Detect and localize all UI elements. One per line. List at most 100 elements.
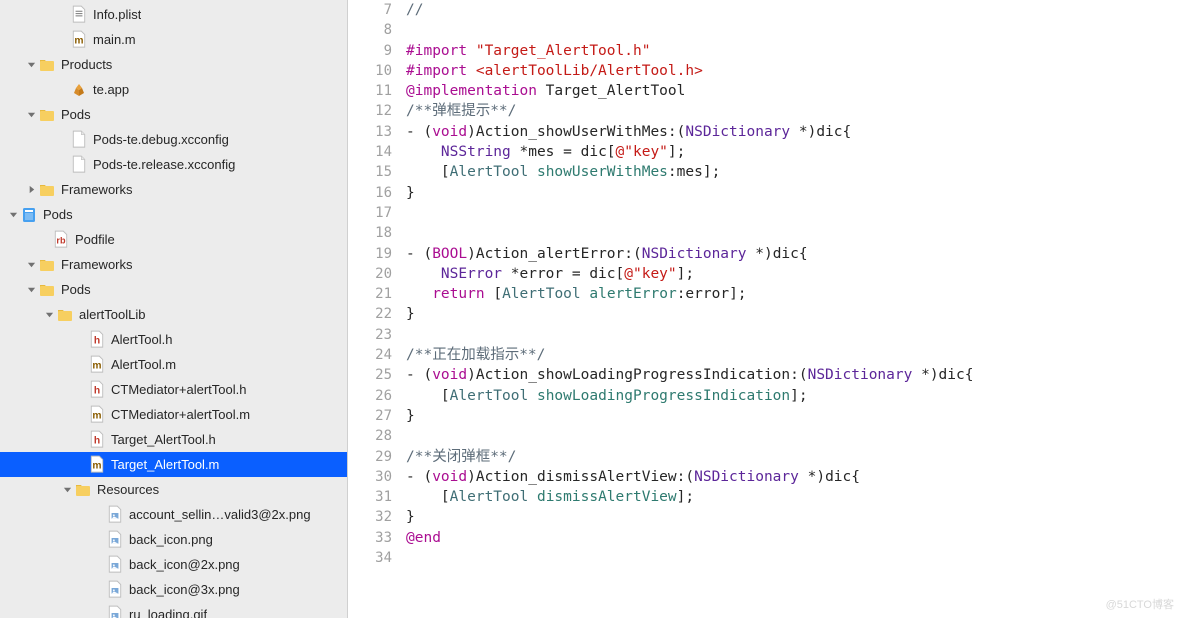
code-line[interactable]: #import "Target_AlertTool.h"	[406, 41, 1184, 61]
code-line[interactable]: }	[406, 507, 1184, 527]
disclosure-triangle[interactable]	[24, 108, 38, 122]
tree-item-label: Pods-te.release.xcconfig	[93, 157, 235, 172]
tree-row[interactable]: mmain.m	[0, 27, 347, 52]
watermark: @51CTO博客	[1106, 596, 1174, 612]
code-line[interactable]: /**正在加载指示**/	[406, 345, 1184, 365]
disclosure-triangle[interactable]	[24, 283, 38, 297]
tree-row[interactable]: rbPodfile	[0, 227, 347, 252]
tree-row[interactable]: Pods-te.release.xcconfig	[0, 152, 347, 177]
app-icon	[71, 82, 87, 98]
tree-item-label: Products	[61, 57, 112, 72]
disclosure-triangle	[92, 533, 106, 547]
m-icon: m	[71, 32, 87, 48]
tree-row[interactable]: te.app	[0, 77, 347, 102]
svg-text:m: m	[92, 411, 101, 422]
code-line[interactable]: @implementation Target_AlertTool	[406, 81, 1184, 101]
code-line[interactable]: [AlertTool dismissAlertView];	[406, 487, 1184, 507]
tree-row[interactable]: Products	[0, 52, 347, 77]
code-line[interactable]: }	[406, 406, 1184, 426]
disclosure-triangle[interactable]	[60, 483, 74, 497]
code-line[interactable]	[406, 223, 1184, 243]
svg-text:h: h	[94, 386, 100, 397]
tree-row[interactable]: Pods	[0, 202, 347, 227]
tree-row[interactable]: Pods	[0, 277, 347, 302]
code-line[interactable]: NSString *mes = dic[@"key"];	[406, 142, 1184, 162]
code-line[interactable]	[406, 20, 1184, 40]
code-line[interactable]: return [AlertTool alertError:error];	[406, 284, 1184, 304]
line-number: 30	[348, 467, 392, 487]
tree-row[interactable]: hAlertTool.h	[0, 327, 347, 352]
tree-item-label: Pods-te.debug.xcconfig	[93, 132, 229, 147]
line-number: 8	[348, 20, 392, 40]
doc-icon	[71, 157, 87, 173]
disclosure-triangle	[56, 33, 70, 47]
tree-row[interactable]: Info.plist	[0, 2, 347, 27]
disclosure-triangle[interactable]	[24, 258, 38, 272]
tree-row[interactable]: back_icon@3x.png	[0, 577, 347, 602]
code-line[interactable]: #import <alertToolLib/AlertTool.h>	[406, 61, 1184, 81]
tree-row[interactable]: back_icon@2x.png	[0, 552, 347, 577]
code-area[interactable]: // #import "Target_AlertTool.h"#import <…	[406, 0, 1184, 618]
code-editor[interactable]: 7891011121314151617181920212223242526272…	[348, 0, 1184, 618]
svg-text:h: h	[94, 336, 100, 347]
tree-row[interactable]: mTarget_AlertTool.m	[0, 452, 347, 477]
disclosure-triangle[interactable]	[42, 308, 56, 322]
png-icon	[107, 507, 123, 523]
code-line[interactable]	[406, 426, 1184, 446]
disclosure-triangle	[56, 8, 70, 22]
png-icon	[107, 557, 123, 573]
tree-row[interactable]: hCTMediator+alertTool.h	[0, 377, 347, 402]
code-line[interactable]: - (BOOL)Action_alertError:(NSDictionary …	[406, 244, 1184, 264]
disclosure-triangle[interactable]	[6, 208, 20, 222]
line-number: 14	[348, 142, 392, 162]
tree-row[interactable]: Frameworks	[0, 177, 347, 202]
code-line[interactable]: - (void)Action_showLoadingProgressIndica…	[406, 365, 1184, 385]
code-line[interactable]: }	[406, 304, 1184, 324]
code-line[interactable]	[406, 548, 1184, 568]
code-line[interactable]: @end	[406, 528, 1184, 548]
disclosure-triangle	[92, 508, 106, 522]
code-line[interactable]: [AlertTool showLoadingProgressIndication…	[406, 386, 1184, 406]
tree-row[interactable]: Pods	[0, 102, 347, 127]
disclosure-triangle[interactable]	[24, 183, 38, 197]
project-icon	[21, 207, 37, 223]
line-number: 17	[348, 203, 392, 223]
svg-text:m: m	[92, 461, 101, 472]
disclosure-triangle[interactable]	[24, 58, 38, 72]
tree-row[interactable]: account_sellin…valid3@2x.png	[0, 502, 347, 527]
tree-row[interactable]: m CTMediator+alertTool.m	[0, 402, 347, 427]
code-line[interactable]: - (void)Action_showUserWithMes:(NSDictio…	[406, 122, 1184, 142]
disclosure-triangle	[74, 408, 88, 422]
line-number: 9	[348, 41, 392, 61]
folder-icon	[57, 307, 73, 323]
tree-row[interactable]: ru_loading.gif	[0, 602, 347, 618]
code-line[interactable]: /**弹框提示**/	[406, 101, 1184, 121]
code-line[interactable]: [AlertTool showUserWithMes:mes];	[406, 162, 1184, 182]
disclosure-triangle	[74, 383, 88, 397]
tree-row[interactable]: mAlertTool.m	[0, 352, 347, 377]
code-line[interactable]	[406, 325, 1184, 345]
disclosure-triangle	[74, 433, 88, 447]
tree-row[interactable]: Resources	[0, 477, 347, 502]
tree-item-label: Podfile	[75, 232, 115, 247]
tree-row[interactable]: Frameworks	[0, 252, 347, 277]
code-line[interactable]: }	[406, 183, 1184, 203]
tree-item-label: CTMediator+alertTool.m	[111, 407, 250, 422]
code-line[interactable]	[406, 203, 1184, 223]
tree-row[interactable]: hTarget_AlertTool.h	[0, 427, 347, 452]
code-line[interactable]: NSError *error = dic[@"key"];	[406, 264, 1184, 284]
tree-item-label: Pods	[61, 282, 91, 297]
m-icon: m	[89, 407, 105, 423]
project-navigator[interactable]: Info.plistmmain.mProductste.appPodsPods-…	[0, 0, 348, 618]
code-line[interactable]: /**关闭弹框**/	[406, 447, 1184, 467]
tree-row[interactable]: alertToolLib	[0, 302, 347, 327]
line-number: 13	[348, 122, 392, 142]
code-line[interactable]: //	[406, 0, 1184, 20]
code-line[interactable]: - (void)Action_dismissAlertView:(NSDicti…	[406, 467, 1184, 487]
disclosure-triangle	[74, 358, 88, 372]
disclosure-triangle	[56, 133, 70, 147]
tree-item-label: account_sellin…valid3@2x.png	[129, 507, 311, 522]
tree-row[interactable]: back_icon.png	[0, 527, 347, 552]
tree-row[interactable]: Pods-te.debug.xcconfig	[0, 127, 347, 152]
disclosure-triangle	[92, 583, 106, 597]
